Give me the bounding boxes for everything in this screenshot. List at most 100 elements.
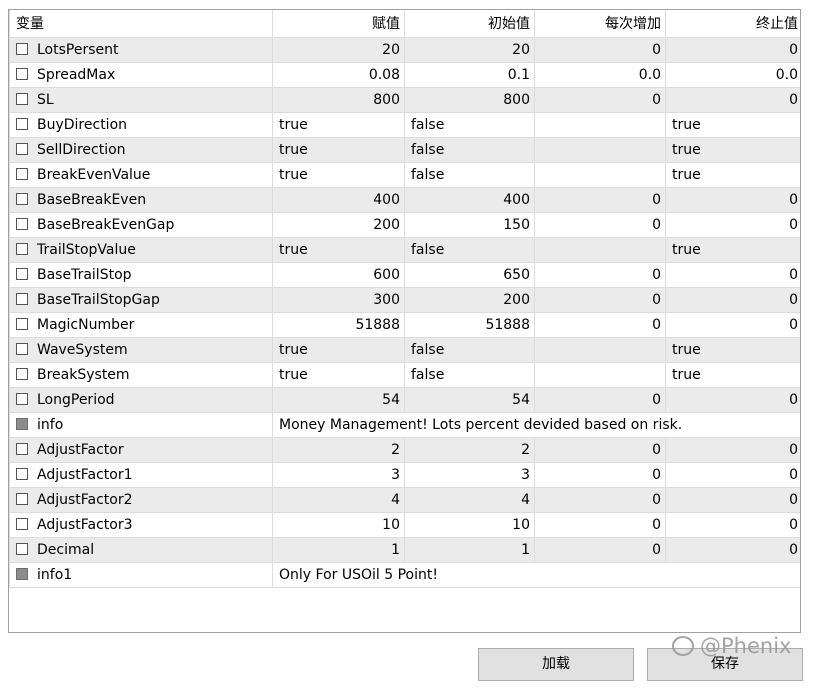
start-cell[interactable]: 51888 xyxy=(404,311,535,338)
column-header-step[interactable]: 每次增加 xyxy=(534,10,666,38)
column-header-start[interactable]: 初始值 xyxy=(404,10,535,38)
start-cell[interactable]: 150 xyxy=(404,211,535,238)
table-row[interactable]: LotsPersent 20 20 0 0 xyxy=(9,36,800,63)
start-cell[interactable]: false xyxy=(404,236,535,263)
optimize-checkbox[interactable] xyxy=(16,192,28,205)
value-cell[interactable]: 800 xyxy=(272,86,405,113)
optimize-checkbox[interactable] xyxy=(16,442,28,455)
table-row[interactable]: info1 Only For USOil 5 Point! xyxy=(9,561,800,588)
value-cell[interactable]: 10 xyxy=(272,511,405,538)
stop-cell[interactable]: 0.0 xyxy=(665,61,800,88)
step-cell[interactable]: 0 xyxy=(534,311,666,338)
start-cell[interactable]: 54 xyxy=(404,386,535,413)
value-cell[interactable]: 0.08 xyxy=(272,61,405,88)
optimize-checkbox[interactable] xyxy=(16,542,28,555)
start-cell[interactable]: 1 xyxy=(404,536,535,563)
optimize-checkbox[interactable] xyxy=(16,167,28,180)
info-value-cell[interactable]: Only For USOil 5 Point! xyxy=(272,561,800,588)
stop-cell[interactable]: true xyxy=(665,236,800,263)
table-row[interactable]: AdjustFactor3 10 10 0 0 xyxy=(9,511,800,538)
table-row[interactable]: MagicNumber 51888 51888 0 0 xyxy=(9,311,800,338)
table-row[interactable]: BuyDirection true false true xyxy=(9,111,800,138)
table-row[interactable]: SellDirection true false true xyxy=(9,136,800,163)
table-row[interactable]: AdjustFactor 2 2 0 0 xyxy=(9,436,800,463)
start-cell[interactable]: 400 xyxy=(404,186,535,213)
step-cell[interactable]: 0 xyxy=(534,486,666,513)
optimize-checkbox[interactable] xyxy=(16,517,28,530)
optimize-checkbox[interactable] xyxy=(16,367,28,380)
table-row[interactable]: BaseBreakEven 400 400 0 0 xyxy=(9,186,800,213)
stop-cell[interactable]: true xyxy=(665,111,800,138)
start-cell[interactable]: 200 xyxy=(404,286,535,313)
stop-cell[interactable]: true xyxy=(665,161,800,188)
value-cell[interactable]: true xyxy=(272,236,405,263)
stop-cell[interactable]: 0 xyxy=(665,511,800,538)
start-cell[interactable]: false xyxy=(404,136,535,163)
start-cell[interactable]: 0.1 xyxy=(404,61,535,88)
stop-cell[interactable]: true xyxy=(665,136,800,163)
table-row[interactable]: AdjustFactor1 3 3 0 0 xyxy=(9,461,800,488)
value-cell[interactable]: 3 xyxy=(272,461,405,488)
table-row[interactable]: SpreadMax 0.08 0.1 0.0 0.0 xyxy=(9,61,800,88)
value-cell[interactable]: 1 xyxy=(272,536,405,563)
step-cell[interactable]: 0 xyxy=(534,86,666,113)
stop-cell[interactable]: 0 xyxy=(665,86,800,113)
start-cell[interactable]: 2 xyxy=(404,436,535,463)
step-cell[interactable]: 0 xyxy=(534,36,666,63)
value-cell[interactable]: true xyxy=(272,361,405,388)
value-cell[interactable]: 54 xyxy=(272,386,405,413)
table-row[interactable]: WaveSystem true false true xyxy=(9,336,800,363)
column-header-value[interactable]: 赋值 xyxy=(272,10,405,38)
optimize-checkbox[interactable] xyxy=(16,392,28,405)
step-cell[interactable] xyxy=(534,111,666,138)
start-cell[interactable]: false xyxy=(404,361,535,388)
step-cell[interactable] xyxy=(534,336,666,363)
start-cell[interactable]: 4 xyxy=(404,486,535,513)
stop-cell[interactable]: 0 xyxy=(665,436,800,463)
step-cell[interactable]: 0 xyxy=(534,286,666,313)
value-cell[interactable]: true xyxy=(272,336,405,363)
step-cell[interactable]: 0 xyxy=(534,186,666,213)
table-row[interactable]: info Money Management! Lots percent devid… xyxy=(9,411,800,438)
table-row[interactable]: TrailStopValue true false true xyxy=(9,236,800,263)
start-cell[interactable]: 10 xyxy=(404,511,535,538)
table-row[interactable]: SL 800 800 0 0 xyxy=(9,86,800,113)
stop-cell[interactable]: true xyxy=(665,361,800,388)
step-cell[interactable]: 0 xyxy=(534,536,666,563)
table-row[interactable]: BaseTrailStop 600 650 0 0 xyxy=(9,261,800,288)
table-row[interactable]: Decimal 1 1 0 0 xyxy=(9,536,800,563)
optimize-checkbox[interactable] xyxy=(16,142,28,155)
step-cell[interactable]: 0 xyxy=(534,386,666,413)
info-value-cell[interactable]: Money Management! Lots percent devided b… xyxy=(272,411,800,438)
stop-cell[interactable]: true xyxy=(665,336,800,363)
step-cell[interactable]: 0 xyxy=(534,436,666,463)
step-cell[interactable]: 0 xyxy=(534,261,666,288)
step-cell[interactable] xyxy=(534,161,666,188)
stop-cell[interactable]: 0 xyxy=(665,186,800,213)
value-cell[interactable]: 2 xyxy=(272,436,405,463)
start-cell[interactable]: false xyxy=(404,161,535,188)
value-cell[interactable]: true xyxy=(272,161,405,188)
stop-cell[interactable]: 0 xyxy=(665,211,800,238)
step-cell[interactable] xyxy=(534,361,666,388)
table-row[interactable]: AdjustFactor2 4 4 0 0 xyxy=(9,486,800,513)
step-cell[interactable]: 0 xyxy=(534,511,666,538)
optimize-checkbox[interactable] xyxy=(16,267,28,280)
optimize-checkbox[interactable] xyxy=(16,342,28,355)
start-cell[interactable]: 3 xyxy=(404,461,535,488)
column-header-stop[interactable]: 终止值 xyxy=(665,10,800,38)
stop-cell[interactable]: 0 xyxy=(665,486,800,513)
optimize-checkbox[interactable] xyxy=(16,317,28,330)
table-row[interactable]: BreakSystem true false true xyxy=(9,361,800,388)
start-cell[interactable]: false xyxy=(404,336,535,363)
optimize-checkbox[interactable] xyxy=(16,467,28,480)
value-cell[interactable]: 300 xyxy=(272,286,405,313)
stop-cell[interactable]: 0 xyxy=(665,36,800,63)
table-row[interactable]: LongPeriod 54 54 0 0 xyxy=(9,386,800,413)
column-header-variable[interactable]: 变量 xyxy=(9,10,273,38)
stop-cell[interactable]: 0 xyxy=(665,536,800,563)
start-cell[interactable]: 800 xyxy=(404,86,535,113)
stop-cell[interactable]: 0 xyxy=(665,311,800,338)
step-cell[interactable]: 0.0 xyxy=(534,61,666,88)
value-cell[interactable]: 600 xyxy=(272,261,405,288)
